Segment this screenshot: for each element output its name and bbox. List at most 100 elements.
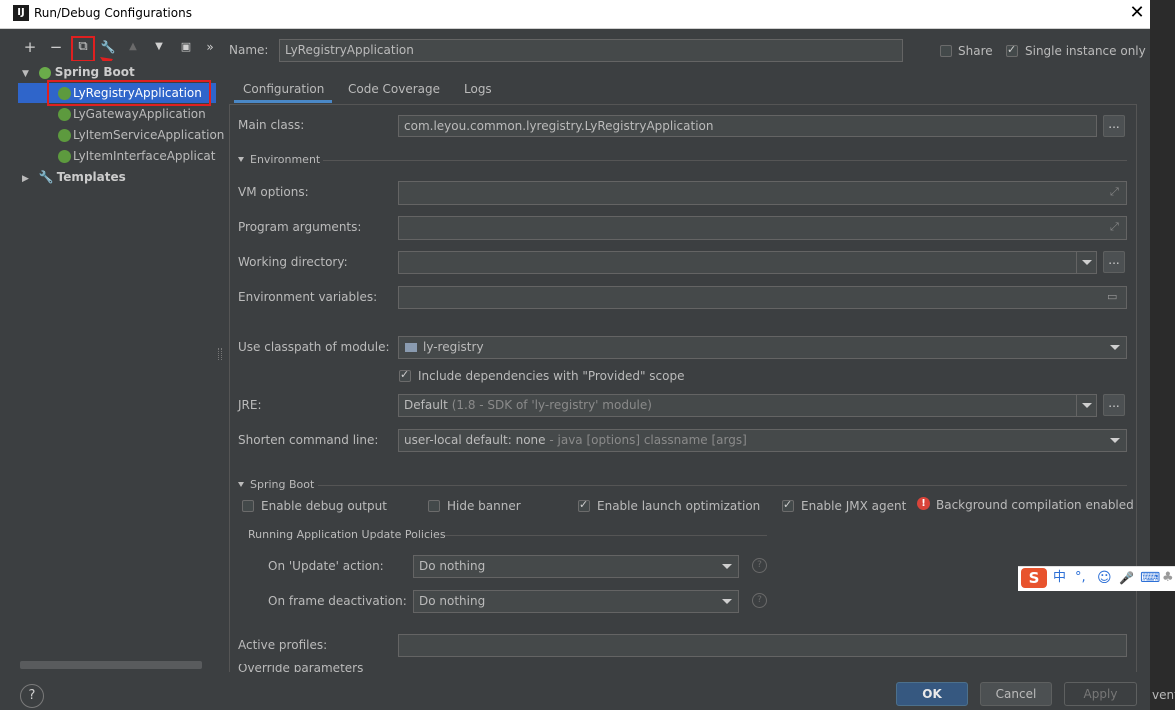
browse-working-directory-button[interactable]: ... <box>1103 251 1125 273</box>
tree-item-label: LyItemServiceApplication <box>73 128 225 142</box>
help-icon[interactable]: ? <box>752 593 767 608</box>
expand-right-icon: ▶ <box>22 174 29 184</box>
background-text: vent <box>1152 688 1175 702</box>
folder-icon[interactable]: ▣ <box>176 36 196 58</box>
include-provided-checkbox[interactable] <box>399 368 411 382</box>
name-input[interactable]: LyRegistryApplication <box>279 39 903 62</box>
chevron-down-icon <box>1110 345 1120 350</box>
shorten-command-line-select[interactable]: user-local default: none - java [options… <box>398 429 1127 452</box>
chevron-down-icon <box>1082 260 1092 265</box>
tree-item-lyiteminterface[interactable]: LyItemInterfaceApplicatio <box>58 146 216 166</box>
window-title: Run/Debug Configurations <box>34 6 192 20</box>
add-icon[interactable]: + <box>20 36 40 58</box>
main-class-input[interactable]: com.leyou.common.lyregistry.LyRegistryAp… <box>398 115 1097 137</box>
share-label: Share <box>958 44 993 58</box>
main-class-label: Main class: <box>238 118 305 132</box>
close-icon[interactable]: ✕ <box>1124 0 1150 27</box>
remove-icon[interactable]: − <box>46 36 66 58</box>
enable-launch-optimization-label: Enable launch optimization <box>597 499 761 513</box>
punctuation-icon[interactable]: °, <box>1075 569 1086 587</box>
chevron-down-icon <box>722 599 732 604</box>
enable-debug-checkbox[interactable] <box>242 500 254 512</box>
on-frame-deactivation-select[interactable]: Do nothing <box>413 590 739 613</box>
shorten-command-line-label: Shorten command line: <box>238 433 379 447</box>
folder-icon[interactable]: ▭ <box>1107 290 1117 303</box>
active-profiles-label: Active profiles: <box>238 638 328 652</box>
on-update-select[interactable]: Do nothing <box>413 555 739 578</box>
microphone-icon[interactable]: 🎤 <box>1119 569 1134 587</box>
shorten-hint: - java [options] classname [args] <box>549 433 747 447</box>
jre-dropdown[interactable] <box>1076 395 1097 416</box>
tree-item-label: LyItemInterfaceApplicatio <box>73 149 216 163</box>
enable-jmx-checkbox[interactable] <box>782 498 794 512</box>
help-icon[interactable]: ? <box>752 558 767 573</box>
collapse-environment-icon[interactable] <box>238 157 244 162</box>
error-icon: ! <box>917 497 930 510</box>
program-arguments-input[interactable] <box>398 216 1127 240</box>
keyboard-icon[interactable]: ⌨ <box>1140 569 1160 587</box>
emoji-icon[interactable]: ☺ <box>1097 569 1112 587</box>
single-instance-label: Single instance only <box>1025 44 1146 58</box>
collapse-spring-boot-icon[interactable] <box>238 482 244 487</box>
spring-run-icon <box>58 129 71 142</box>
enable-launch-optimization-checkbox[interactable] <box>578 498 590 512</box>
on-update-label: On 'Update' action: <box>268 559 384 573</box>
hide-banner-checkbox[interactable] <box>428 500 440 512</box>
tree-group-templates[interactable]: ▶ 🔧 Templates <box>22 167 126 187</box>
spring-boot-divider <box>318 485 1127 486</box>
environment-divider <box>323 160 1127 161</box>
name-label: Name: <box>229 43 269 57</box>
sogou-logo-icon[interactable]: S <box>1021 568 1047 588</box>
spring-boot-icon <box>38 66 51 79</box>
shorten-value: user-local default: none <box>404 433 546 447</box>
working-directory-dropdown[interactable] <box>1076 252 1097 273</box>
splitter-handle[interactable] <box>216 36 222 676</box>
working-directory-input[interactable] <box>398 251 1097 274</box>
chevron-down-icon <box>1082 403 1092 408</box>
single-instance-checkbox[interactable] <box>1006 43 1018 57</box>
active-tab-indicator <box>234 100 332 103</box>
classpath-module-value: ly-registry <box>423 340 484 354</box>
active-profiles-input[interactable] <box>398 634 1127 657</box>
apply-button[interactable]: Apply <box>1064 682 1137 706</box>
vm-options-input[interactable] <box>398 181 1127 205</box>
annotation-box-copy <box>71 36 95 62</box>
expand-icon[interactable]: ⤢ <box>1110 220 1119 234</box>
background-compilation-label: Background compilation enabled <box>936 498 1134 512</box>
chinese-mode-icon[interactable]: 中 <box>1053 569 1066 587</box>
environment-variables-input[interactable] <box>398 286 1127 309</box>
intellij-app-icon: IJ <box>13 5 29 21</box>
annotation-box-selected <box>47 80 211 106</box>
module-icon <box>405 343 417 352</box>
jre-select[interactable]: Default (1.8 - SDK of 'ly-registry' modu… <box>398 394 1097 417</box>
tab-logs[interactable]: Logs <box>464 78 492 102</box>
tab-code-coverage[interactable]: Code Coverage <box>348 78 440 102</box>
tree-horizontal-scrollbar[interactable] <box>20 661 202 669</box>
tab-configuration[interactable]: Configuration <box>243 78 324 102</box>
tree-item-lyitemservice[interactable]: LyItemServiceApplication <box>58 125 224 145</box>
tree-group-spring-boot[interactable]: ▼ Spring Boot <box>22 62 135 82</box>
tree-item-lygateway[interactable]: LyGatewayApplication <box>58 104 206 124</box>
enable-debug-label: Enable debug output <box>261 499 387 513</box>
chevron-down-icon <box>1110 438 1120 443</box>
move-down-icon[interactable]: ▼ <box>149 36 169 58</box>
environment-section-title: Environment <box>250 153 321 166</box>
expand-icon[interactable]: ⤢ <box>1110 185 1119 199</box>
vm-options-label: VM options: <box>238 185 309 199</box>
environment-variables-label: Environment variables: <box>238 290 378 304</box>
spring-run-icon <box>58 108 71 121</box>
background-window-strip: vent <box>1150 0 1175 710</box>
share-checkbox[interactable] <box>940 45 952 57</box>
browse-jre-button[interactable]: ... <box>1103 394 1125 416</box>
cancel-button[interactable]: Cancel <box>980 682 1052 706</box>
jre-label: JRE: <box>238 398 262 412</box>
configuration-tree: ▼ Spring Boot LyRegistryApplication LyGa… <box>18 61 224 671</box>
browse-main-class-button[interactable]: ... <box>1103 115 1125 137</box>
help-button[interactable]: ? <box>20 684 44 708</box>
override-parameters-label: Override parameters <box>238 664 364 672</box>
skin-icon[interactable]: ♣ <box>1162 569 1174 587</box>
classpath-module-select[interactable]: ly-registry <box>398 336 1127 359</box>
ok-button[interactable]: OK <box>896 682 968 706</box>
expand-down-icon: ▼ <box>22 69 29 79</box>
tree-group-label: Spring Boot <box>54 65 135 79</box>
